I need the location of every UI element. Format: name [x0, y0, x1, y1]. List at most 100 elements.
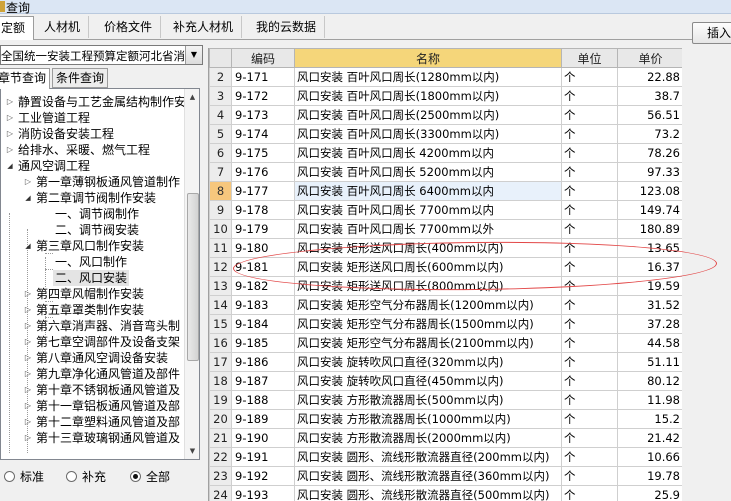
cell-unit[interactable]: 个 [561, 200, 618, 220]
row-number[interactable]: 12 [209, 257, 232, 277]
cell-name[interactable]: 风口安装 矩形空气分布器周长(1200mm以内) [294, 295, 562, 315]
table-row[interactable]: 6 9-175 风口安装 百叶风口周长 4200mm以内个 78.26 [209, 143, 682, 163]
tab-condition-query[interactable]: 条件查询 [52, 68, 109, 88]
cell-name[interactable]: 风口安装 百叶风口周长 7700mm以外 [294, 219, 562, 239]
cell-unit[interactable]: 个 [561, 105, 618, 125]
cell-unit[interactable]: 个 [561, 371, 618, 391]
cell-price[interactable]: 38.7 [617, 86, 682, 106]
row-number[interactable]: 16 [209, 333, 232, 353]
col-header-price[interactable]: 单价 [617, 48, 682, 68]
cell-price[interactable]: 44.58 [617, 333, 682, 353]
cell-price[interactable]: 25.9 [617, 485, 682, 501]
cell-code[interactable]: 9-179 [231, 219, 295, 239]
cell-price[interactable]: 73.2 [617, 124, 682, 144]
cell-unit[interactable]: 个 [561, 162, 618, 182]
cell-price[interactable]: 180.89 [617, 219, 682, 239]
radio-circle-icon[interactable] [4, 471, 15, 482]
cell-name[interactable]: 风口安装 旋转吹风口直径(320mm以内) [294, 352, 562, 372]
cell-unit[interactable]: 个 [561, 390, 618, 410]
cell-price[interactable]: 21.42 [617, 428, 682, 448]
table-row[interactable]: 8 9-177 风口安装 百叶风口周长 6400mm以内个 123.08 [209, 181, 682, 201]
tree-node-selected[interactable]: 二、风口安装 [53, 270, 130, 286]
table-row[interactable]: 5 9-174 风口安装 百叶风口周长(3300mm以内) 个 73.2 [209, 124, 682, 144]
table-row[interactable]: 22 9-191 风口安装 圆形、流线形散流器直径(200mm以内) 个 10.66 [209, 447, 682, 467]
cell-price[interactable]: 15.2 [617, 409, 682, 429]
cell-price[interactable]: 11.98 [617, 390, 682, 410]
cell-name[interactable]: 风口安装 百叶风口周长(3300mm以内) [294, 124, 562, 144]
cell-name[interactable]: 风口安装 方形散流器周长(500mm以内) [294, 390, 562, 410]
cell-unit[interactable]: 个 [561, 447, 618, 467]
scroll-up-icon[interactable]: ▲ [185, 89, 199, 105]
cell-price[interactable]: 56.51 [617, 105, 682, 125]
cell-price[interactable]: 51.11 [617, 352, 682, 372]
row-number[interactable]: 10 [209, 219, 232, 239]
table-row[interactable]: 20 9-189 风口安装 方形散流器周长(1000mm以内) 个 15.2 [209, 409, 682, 429]
cell-unit[interactable]: 个 [561, 276, 618, 296]
table-row[interactable]: 7 9-176 风口安装 百叶风口周长 5200mm以内个 97.33 [209, 162, 682, 182]
cell-code[interactable]: 9-181 [231, 257, 295, 277]
cell-name[interactable]: 风口安装 矩形空气分布器周长(2100mm以内) [294, 333, 562, 353]
cell-name[interactable]: 风口安装 百叶风口周长 5200mm以内 [294, 162, 562, 182]
row-number[interactable]: 11 [209, 238, 232, 258]
tree-node[interactable]: 第四章风帽制作安装 [23, 286, 144, 302]
tree-node[interactable]: 消防设备安装工程 [5, 126, 114, 142]
row-number[interactable]: 9 [209, 200, 232, 220]
cell-unit[interactable]: 个 [561, 67, 618, 87]
table-row[interactable]: 11 9-180 风口安装 矩形送风口周长(400mm以内) 个 13.65 [209, 238, 682, 258]
row-number[interactable]: 24 [209, 485, 232, 501]
cell-name[interactable]: 风口安装 百叶风口周长 7700mm以内 [294, 200, 562, 220]
table-row[interactable]: 12 9-181 风口安装 矩形送风口周长(600mm以内) 个 16.37 [209, 257, 682, 277]
radio-supplement[interactable]: 补充 [66, 469, 106, 485]
cell-code[interactable]: 9-184 [231, 314, 295, 334]
cell-price[interactable]: 10.66 [617, 447, 682, 467]
tab-labor-material-machine[interactable]: 人材机 [36, 16, 90, 38]
table-row[interactable]: 23 9-192 风口安装 圆形、流线形散流器直径(360mm以内) 个 19.78 [209, 466, 682, 486]
row-number[interactable]: 13 [209, 276, 232, 296]
tree-node[interactable]: 二、调节阀安装 [55, 222, 139, 238]
cell-name[interactable]: 风口安装 百叶风口周长(2500mm以内) [294, 105, 562, 125]
row-number[interactable]: 7 [209, 162, 232, 182]
cell-price[interactable]: 19.78 [617, 466, 682, 486]
tree-node[interactable]: 第八章通风空调设备安装 [23, 350, 168, 366]
cell-unit[interactable]: 个 [561, 238, 618, 258]
cell-name[interactable]: 风口安装 矩形送风口周长(800mm以内) [294, 276, 562, 296]
tree-node[interactable]: 工业管道工程 [5, 110, 90, 126]
cell-name[interactable]: 风口安装 方形散流器周长(1000mm以内) [294, 409, 562, 429]
row-number[interactable]: 8 [209, 181, 232, 201]
row-number[interactable]: 3 [209, 86, 232, 106]
tree-node[interactable]: 第六章消声器、消音弯头制 [23, 318, 180, 334]
tree-node[interactable]: 第七章空调部件及设备支架 [23, 334, 180, 350]
cell-price[interactable]: 13.65 [617, 238, 682, 258]
tree-node[interactable]: 第二章调节阀制作安装 [23, 190, 156, 206]
cell-code[interactable]: 9-188 [231, 390, 295, 410]
cell-code[interactable]: 9-177 [231, 181, 295, 201]
table-row[interactable]: 17 9-186 风口安装 旋转吹风口直径(320mm以内) 个 51.11 [209, 352, 682, 372]
cell-name[interactable]: 风口安装 百叶风口周长 4200mm以内 [294, 143, 562, 163]
cell-price[interactable]: 19.59 [617, 276, 682, 296]
tree-node[interactable]: 第九章净化通风管道及部件 [23, 366, 180, 382]
cell-price[interactable]: 80.12 [617, 371, 682, 391]
cell-code[interactable]: 9-189 [231, 409, 295, 429]
tab-supplement-lmm[interactable]: 补充人材机 [165, 16, 243, 38]
quota-library-select[interactable]: 全国统一安装工程预算定额河北省消 ▼ [0, 45, 203, 65]
cell-code[interactable]: 9-175 [231, 143, 295, 163]
cell-unit[interactable]: 个 [561, 257, 618, 277]
row-number[interactable]: 6 [209, 143, 232, 163]
cell-unit[interactable]: 个 [561, 124, 618, 144]
cell-price[interactable]: 31.52 [617, 295, 682, 315]
cell-name[interactable]: 风口安装 百叶风口周长(1280mm以内) [294, 67, 562, 87]
table-row[interactable]: 13 9-182 风口安装 矩形送风口周长(800mm以内) 个 19.59 [209, 276, 682, 296]
tree-node[interactable]: 一、风口制作 [55, 254, 127, 270]
scroll-down-icon[interactable]: ▼ [185, 443, 199, 459]
row-number[interactable]: 17 [209, 352, 232, 372]
tree-node[interactable]: 第十章不锈钢板通风管道及 [23, 382, 180, 398]
cell-unit[interactable]: 个 [561, 143, 618, 163]
row-number[interactable]: 21 [209, 428, 232, 448]
table-row[interactable]: 16 9-185 风口安装 矩形空气分布器周长(2100mm以内) 个 44.58 [209, 333, 682, 353]
row-number[interactable]: 18 [209, 371, 232, 391]
table-row[interactable]: 14 9-183 风口安装 矩形空气分布器周长(1200mm以内) 个 31.52 [209, 295, 682, 315]
cell-unit[interactable]: 个 [561, 409, 618, 429]
cell-unit[interactable]: 个 [561, 314, 618, 334]
table-row[interactable]: 9 9-178 风口安装 百叶风口周长 7700mm以内个 149.74 [209, 200, 682, 220]
cell-code[interactable]: 9-193 [231, 485, 295, 501]
